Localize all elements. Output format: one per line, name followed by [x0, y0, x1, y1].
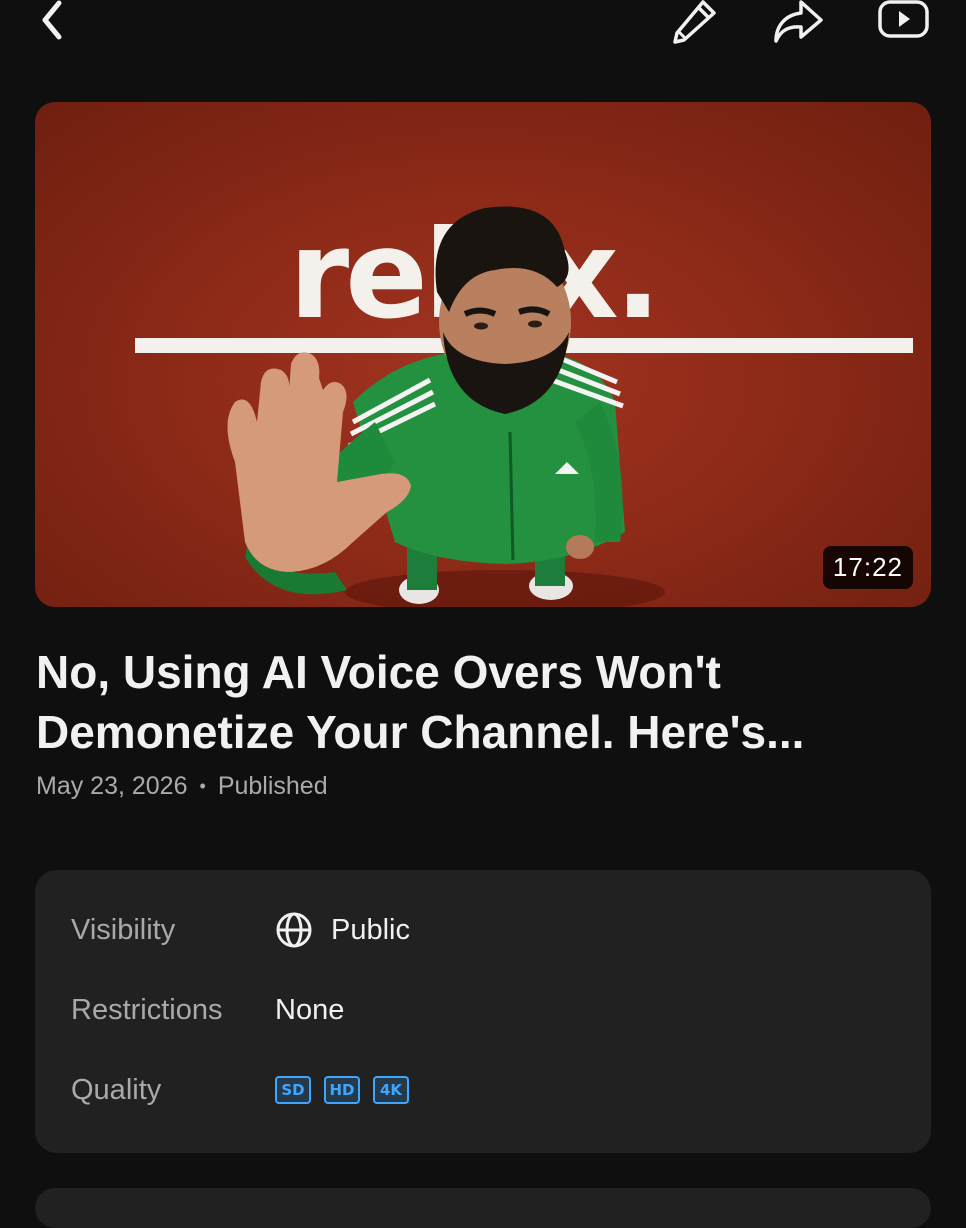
visibility-text: Public: [331, 913, 410, 946]
top-app-bar: [0, 0, 966, 60]
publish-status: Published: [217, 772, 328, 800]
restrictions-value: None: [275, 993, 345, 1026]
visibility-label: Visibility: [71, 913, 176, 946]
visibility-value: Public: [275, 911, 410, 949]
quality-badge-sd: SD: [275, 1076, 311, 1104]
video-details-card: Visibility Public Restrictions None Qual…: [35, 870, 931, 1153]
restrictions-row[interactable]: Restrictions None: [71, 990, 344, 1030]
youtube-play-icon: [878, 0, 929, 38]
video-thumbnail[interactable]: relax.: [35, 102, 931, 607]
watch-on-youtube-button[interactable]: [872, 0, 936, 44]
next-section-card: [35, 1188, 931, 1228]
quality-badge-4k: 4K: [373, 1076, 409, 1104]
quality-label: Quality: [71, 1073, 162, 1106]
pencil-icon: [673, 0, 716, 44]
quality-badge-hd: HD: [324, 1076, 360, 1104]
visibility-row[interactable]: Visibility Public: [71, 910, 410, 950]
person-illustration: [227, 206, 665, 607]
share-button[interactable]: [768, 0, 828, 44]
video-meta: May 23, 2026 • Published: [36, 772, 328, 801]
globe-icon: [275, 911, 313, 949]
publish-date: May 23, 2026: [36, 772, 188, 800]
chevron-left-icon: [42, 0, 62, 40]
edit-button[interactable]: [664, 0, 724, 44]
quality-badges: SD HD 4K: [275, 1076, 422, 1104]
duration-badge: 17:22: [822, 546, 913, 589]
video-title: No, Using AI Voice Overs Won't Demonetiz…: [36, 646, 805, 758]
share-arrow-icon: [774, 0, 823, 43]
restrictions-label: Restrictions: [71, 993, 223, 1026]
quality-row: Quality SD HD 4K: [71, 1070, 422, 1110]
back-button[interactable]: [28, 0, 76, 44]
meta-separator: •: [199, 776, 206, 796]
